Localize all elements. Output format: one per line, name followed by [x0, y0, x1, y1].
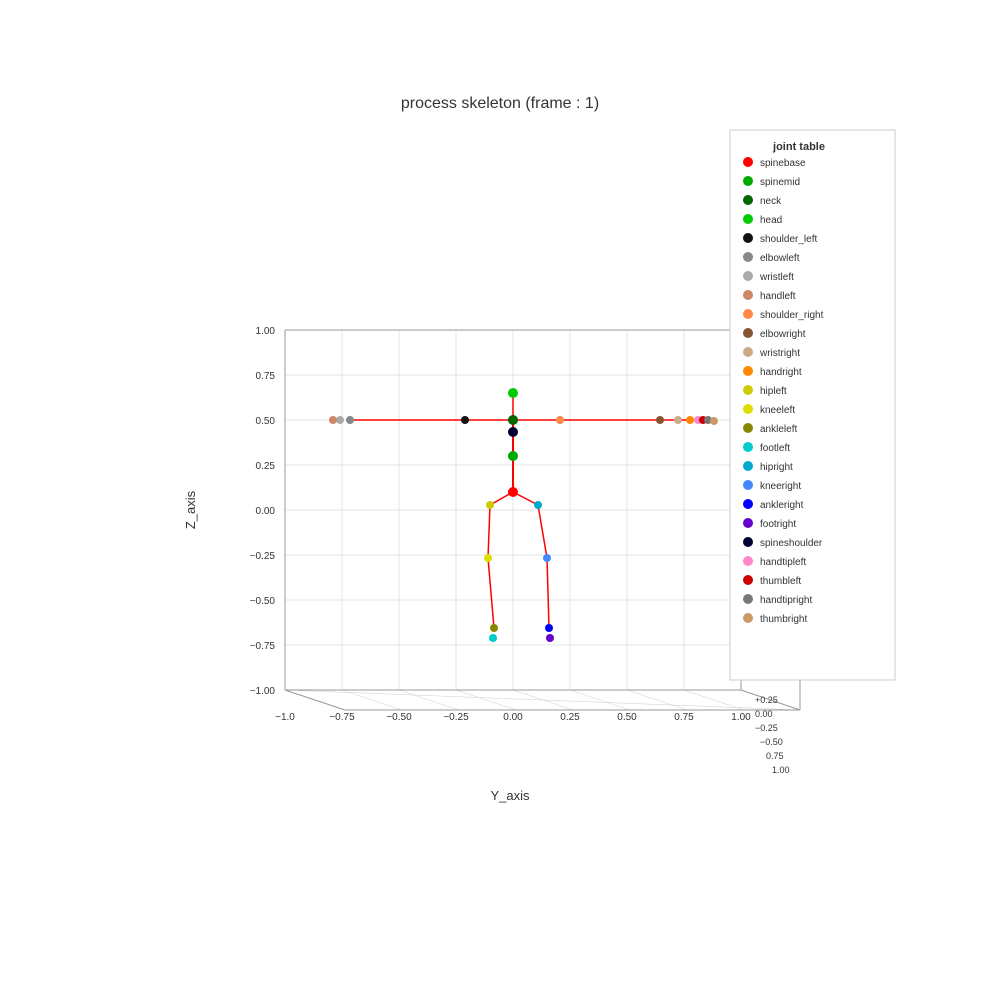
joint-footright — [546, 634, 554, 642]
svg-text:elbowright: elbowright — [760, 329, 806, 340]
svg-text:1.00: 1.00 — [731, 712, 751, 723]
svg-text:shoulder_right: shoulder_right — [760, 310, 824, 321]
svg-text:thumbright: thumbright — [760, 614, 807, 625]
joint-ankleright — [545, 624, 553, 632]
joint-spineshoulder — [508, 427, 518, 437]
svg-text:handleft: handleft — [760, 291, 796, 302]
joint-ankleleft — [490, 624, 498, 632]
svg-text:spinebase: spinebase — [760, 158, 806, 169]
svg-text:−1.00: −1.00 — [250, 686, 276, 697]
svg-text:−0.50: −0.50 — [250, 596, 276, 607]
svg-text:0.75: 0.75 — [766, 751, 784, 761]
chart-container: process skeleton (frame : 1) — [0, 0, 1000, 1000]
joint-thumbright — [710, 417, 718, 425]
svg-text:0.00: 0.00 — [755, 709, 773, 719]
svg-text:shoulder_left: shoulder_left — [760, 234, 817, 245]
joint-neck — [508, 415, 518, 425]
svg-text:0.75: 0.75 — [256, 371, 276, 382]
svg-text:0.00: 0.00 — [256, 506, 276, 517]
svg-text:ankleright: ankleright — [760, 500, 804, 511]
svg-text:−0.50: −0.50 — [760, 737, 783, 747]
svg-text:footright: footright — [760, 519, 796, 530]
z-axis-label: Z_axis — [183, 490, 198, 529]
svg-text:thumbleft: thumbleft — [760, 576, 801, 587]
svg-text:head: head — [760, 215, 782, 226]
svg-text:handtipleft: handtipleft — [760, 557, 806, 568]
joint-kneeleft — [484, 554, 492, 562]
svg-text:kneeright: kneeright — [760, 481, 801, 492]
svg-text:elbowleft: elbowleft — [760, 253, 800, 264]
svg-text:0.00: 0.00 — [503, 712, 523, 723]
joint-wristright — [674, 416, 682, 424]
svg-text:spineshoulder: spineshoulder — [760, 538, 823, 549]
svg-text:−0.50: −0.50 — [386, 712, 412, 723]
joint-shoulder-right — [556, 416, 564, 424]
joint-elbowright — [656, 416, 664, 424]
svg-text:ankleleft: ankleleft — [760, 424, 797, 435]
joint-shoulder-left — [461, 416, 469, 424]
svg-text:0.25: 0.25 — [256, 461, 276, 472]
svg-text:+0.25: +0.25 — [755, 695, 778, 705]
joint-hipleft — [486, 501, 494, 509]
legend-title: joint table — [772, 141, 825, 153]
svg-text:−0.75: −0.75 — [250, 641, 276, 652]
joint-handleft — [329, 416, 337, 424]
svg-text:footleft: footleft — [760, 443, 790, 454]
svg-text:−0.25: −0.25 — [443, 712, 469, 723]
joint-head — [508, 388, 518, 398]
svg-text:1.00: 1.00 — [256, 326, 276, 337]
y-axis-ticks: −1.0 −0.75 −0.50 −0.25 0.00 0.25 0.50 0.… — [275, 712, 751, 723]
svg-text:spinemid: spinemid — [760, 177, 800, 188]
svg-text:kneeleft: kneeleft — [760, 405, 795, 416]
svg-text:wristright: wristright — [759, 348, 800, 359]
legend-box — [730, 130, 895, 680]
y-axis-label: Y_axis — [490, 788, 530, 803]
joint-footleft — [489, 634, 497, 642]
svg-text:−0.25: −0.25 — [250, 551, 276, 562]
svg-text:0.75: 0.75 — [674, 712, 694, 723]
svg-text:−0.75: −0.75 — [329, 712, 355, 723]
svg-text:−0.25: −0.25 — [755, 723, 778, 733]
joint-spinemid — [508, 451, 518, 461]
svg-text:−1.0: −1.0 — [275, 712, 295, 723]
chart-title: process skeleton (frame : 1) — [401, 95, 599, 112]
joint-handright — [686, 416, 694, 424]
svg-text:1.00: 1.00 — [772, 765, 790, 775]
svg-text:neck: neck — [760, 196, 782, 207]
joint-kneeright — [543, 554, 551, 562]
svg-text:wristleft: wristleft — [759, 272, 794, 283]
svg-text:0.25: 0.25 — [560, 712, 580, 723]
joint-elbowleft — [346, 416, 354, 424]
joint-wristleft — [336, 416, 344, 424]
svg-text:0.50: 0.50 — [256, 416, 276, 427]
joint-spinebase — [508, 487, 518, 497]
svg-text:handtipright: handtipright — [760, 595, 812, 606]
svg-text:handright: handright — [760, 367, 802, 378]
svg-text:0.50: 0.50 — [617, 712, 637, 723]
joint-hipright — [534, 501, 542, 509]
svg-text:hipright: hipright — [760, 462, 793, 473]
svg-text:hipleft: hipleft — [760, 386, 787, 397]
